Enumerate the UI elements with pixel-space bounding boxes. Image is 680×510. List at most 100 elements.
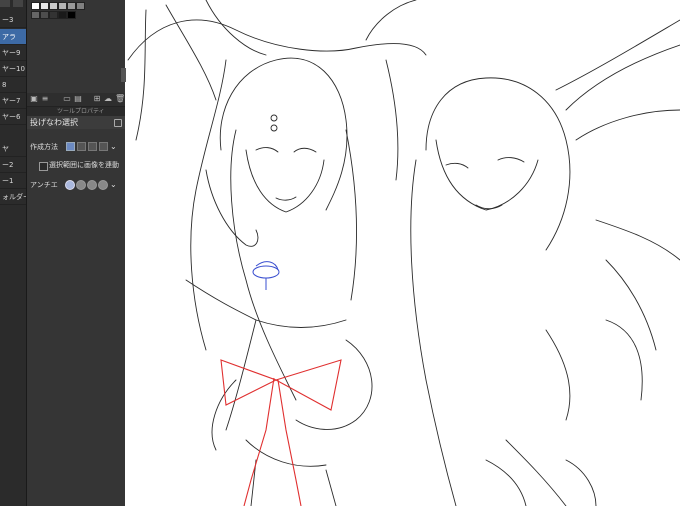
sketch-stroke	[365, 0, 417, 41]
layer-label: ー3	[2, 16, 14, 24]
sketch-stroke	[230, 129, 297, 401]
layer-label: ォルダー	[2, 193, 26, 201]
layer-item[interactable]: ー3	[0, 12, 26, 28]
panel-menu-icon[interactable]	[0, 0, 10, 7]
layer-label: ー2	[2, 161, 14, 169]
sketch-stroke	[505, 439, 567, 507]
layer-item[interactable]: ヤー9	[0, 45, 26, 61]
sketch-stroke	[605, 319, 643, 401]
sketch-stroke	[205, 0, 267, 56]
folder-icon[interactable]: ▭	[63, 95, 71, 103]
color-swatch[interactable]	[31, 2, 40, 10]
mode-new-button[interactable]	[66, 142, 75, 151]
ribbon-stroke	[220, 359, 278, 406]
list-icon[interactable]: ≡	[41, 95, 49, 103]
color-swatch[interactable]	[58, 2, 67, 10]
sketch-stroke	[435, 139, 539, 211]
tool-panel: ▣ ≡ ▭ ▤ ⊞ ☁ 🗑 ツールプロパティ 投げなわ選択 作成方法 ⌄ 選択範…	[27, 0, 125, 506]
color-swatch[interactable]	[76, 2, 85, 10]
sketch-stroke	[605, 259, 657, 351]
layer-item[interactable]: ー1	[0, 173, 26, 189]
mode-intersect-button[interactable]	[99, 142, 108, 151]
sketch-stroke	[275, 196, 297, 201]
layer-item[interactable]: 8	[0, 77, 26, 93]
sketch-stroke	[545, 329, 571, 421]
trash-icon[interactable]: 🗑	[115, 95, 125, 103]
color-swatch[interactable]	[40, 11, 49, 19]
layer-item[interactable]: ォルダー	[0, 189, 26, 205]
copy-icon[interactable]: ▤	[74, 95, 82, 103]
panel-close-icon[interactable]	[13, 0, 23, 7]
color-swatch[interactable]	[31, 11, 40, 19]
link-image-checkbox[interactable]	[39, 162, 48, 171]
layer-label: ヤー6	[2, 113, 21, 121]
chevron-down-icon[interactable]: ⌄	[110, 180, 117, 190]
layer-panel: ー3 アラ ヤー9 ヤー10 8 ヤー7 ヤー6 ヤ ー2 ー1 ォルダー	[0, 0, 27, 506]
merge-icon[interactable]: ⊞	[93, 95, 101, 103]
ribbon-stroke	[274, 359, 342, 411]
drawing-canvas[interactable]	[126, 0, 680, 507]
sketch-stroke	[270, 124, 278, 132]
link-image-label: 選択範囲に画像を連動	[49, 161, 119, 169]
sketch-stroke	[575, 109, 680, 141]
color-swatch[interactable]	[58, 11, 67, 19]
sketch-stroke	[345, 129, 357, 301]
sketch-stroke	[127, 19, 427, 61]
antialias-label: アンチエ	[30, 181, 58, 189]
tool-property-header: ツールプロパティ	[27, 107, 125, 116]
color-swatch[interactable]	[67, 2, 76, 10]
sketch-stroke	[293, 147, 317, 153]
app-window: ー3 アラ ヤー9 ヤー10 8 ヤー7 ヤー6 ヤ ー2 ー1 ォルダー ▣ …	[0, 0, 680, 507]
antialias-mid-option[interactable]	[87, 180, 97, 190]
mode-subtract-button[interactable]	[88, 142, 97, 151]
layer-label: 8	[2, 81, 7, 89]
layer-item[interactable]: ー2	[0, 157, 26, 173]
layer-label: ヤー10	[2, 65, 25, 73]
sketch-stroke	[425, 77, 571, 251]
layer-item[interactable]: ヤー6	[0, 109, 26, 125]
sketch-stroke	[135, 9, 147, 141]
sketch-stroke	[485, 459, 527, 507]
cloud-icon[interactable]: ☁	[104, 95, 112, 103]
layer-item-active[interactable]: アラ	[0, 29, 26, 45]
mode-label: 作成方法	[30, 143, 58, 151]
sketch-stroke	[595, 219, 680, 261]
emblem-stroke	[252, 265, 280, 279]
sketch-stroke	[555, 19, 680, 91]
layer-label: ヤー9	[2, 49, 21, 57]
layer-label: アラ	[2, 33, 16, 41]
tool-property-title: 投げなわ選択	[27, 116, 125, 129]
color-swatch[interactable]	[49, 11, 58, 19]
antialias-strong-option[interactable]	[98, 180, 108, 190]
sketch-stroke	[565, 44, 680, 111]
sketch-artwork	[127, 0, 680, 507]
sketch-stroke	[445, 162, 469, 169]
mode-add-button[interactable]	[77, 142, 86, 151]
sketch-stroke	[245, 149, 325, 213]
sketch-stroke	[325, 469, 337, 507]
color-swatch[interactable]	[67, 11, 76, 19]
sketch-stroke	[475, 204, 503, 210]
sketch-stroke	[565, 459, 597, 507]
chevron-down-icon[interactable]: ⌄	[110, 142, 117, 152]
layer-item[interactable]: ヤ	[0, 141, 26, 157]
layer-item[interactable]: ヤー10	[0, 61, 26, 77]
layer-label: ー1	[2, 177, 14, 185]
panel-toolbar: ▣ ≡ ▭ ▤ ⊞ ☁ 🗑	[27, 93, 125, 107]
sketch-stroke	[497, 157, 525, 163]
tool-name: 投げなわ選択	[30, 118, 78, 127]
sketch-stroke	[270, 114, 278, 122]
layer-label: ヤー7	[2, 97, 21, 105]
layer-item[interactable]: ヤー7	[0, 93, 26, 109]
lock-icon[interactable]	[114, 119, 122, 127]
antialias-none-option[interactable]	[65, 180, 75, 190]
antialias-weak-option[interactable]	[76, 180, 86, 190]
layer-label: ヤ	[2, 145, 9, 153]
new-layer-icon[interactable]: ▣	[30, 95, 38, 103]
ribbon-stroke	[277, 379, 302, 507]
color-swatch[interactable]	[40, 2, 49, 10]
sketch-stroke	[255, 147, 279, 153]
sketch-stroke	[225, 319, 257, 431]
sketch-stroke	[385, 59, 399, 181]
color-swatch[interactable]	[49, 2, 58, 10]
